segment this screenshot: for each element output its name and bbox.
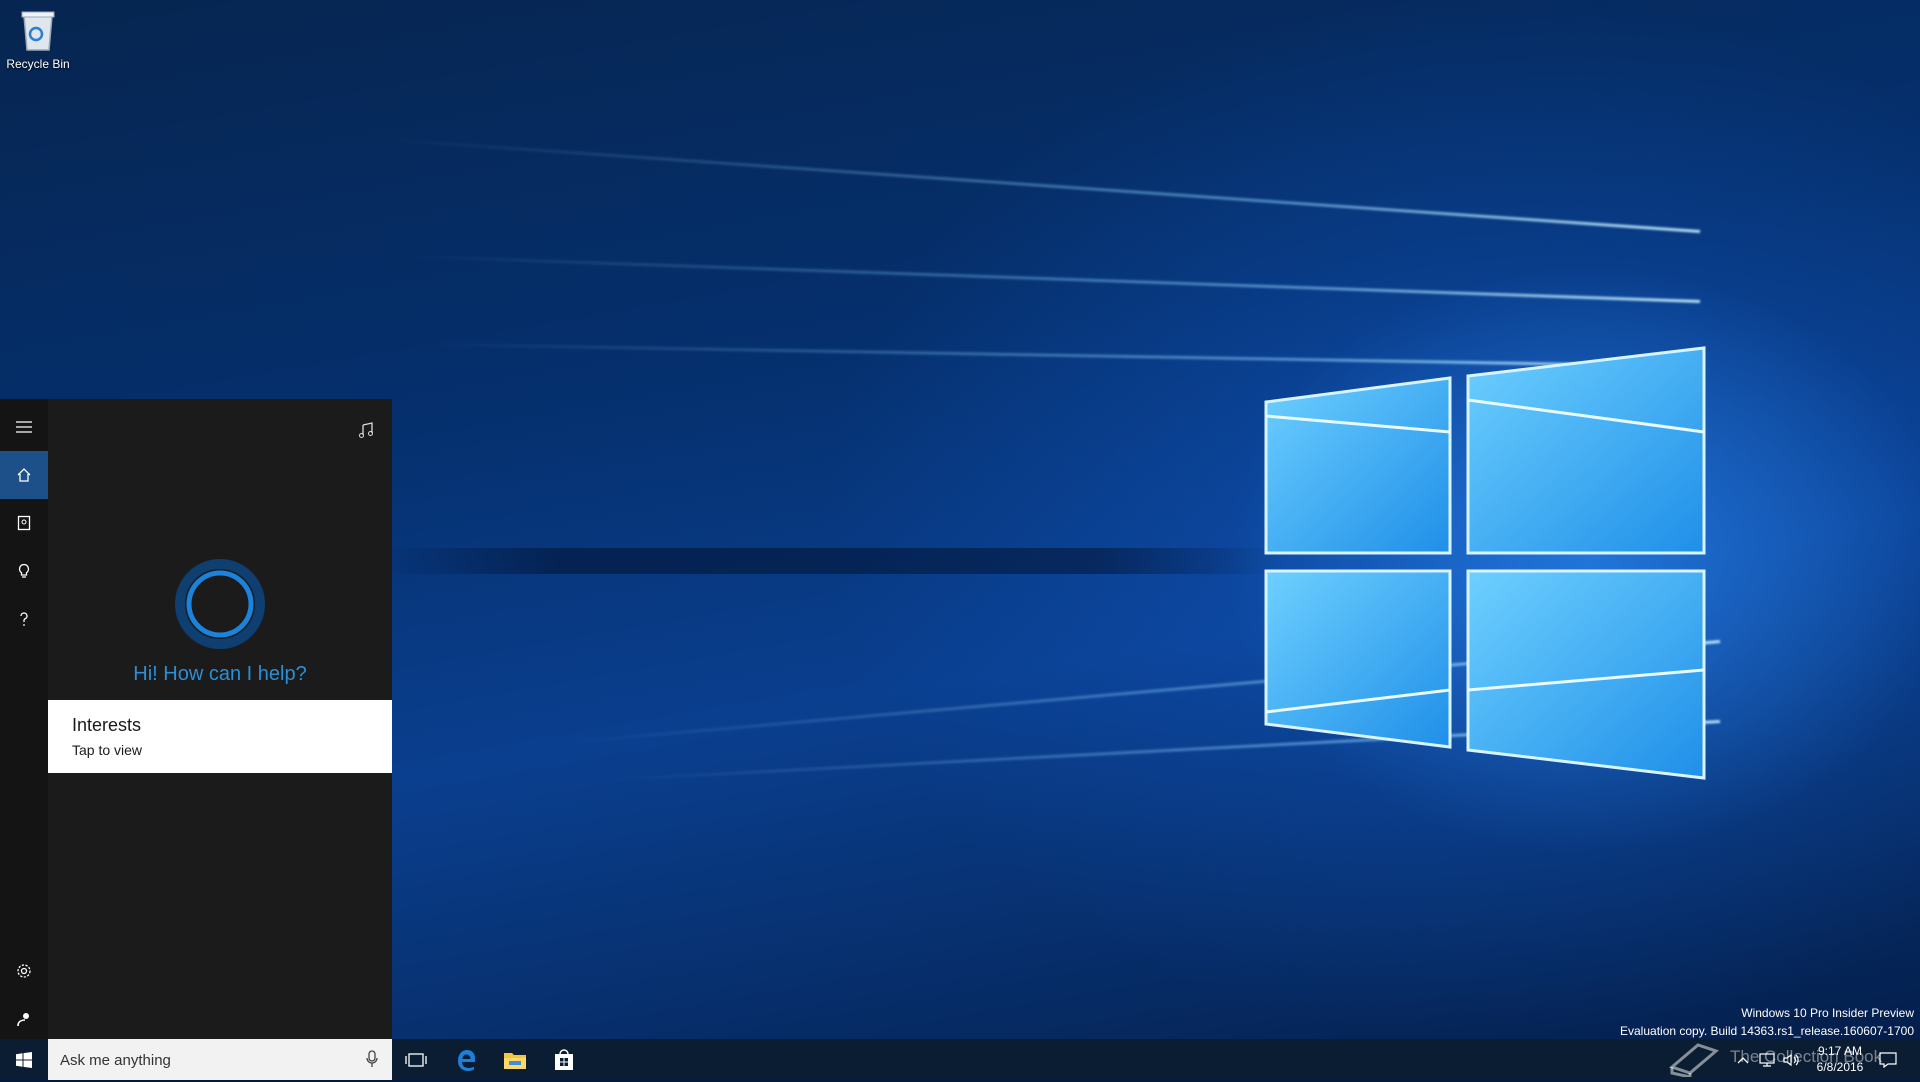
task-view-button[interactable]: [392, 1039, 440, 1080]
recycle-bin-label: Recycle Bin: [6, 57, 70, 71]
light-beam: [400, 254, 1701, 303]
interests-card-subtitle: Tap to view: [72, 742, 143, 758]
feedback-icon: [17, 1013, 29, 1027]
book-icon: [1668, 1043, 1720, 1077]
collection-book-label: The Collection Book: [1730, 1047, 1883, 1066]
lightbulb-icon: [18, 563, 30, 578]
cortana-home-button[interactable]: [0, 451, 48, 499]
cortana-nav-rail: [0, 399, 48, 1039]
light-beam: [383, 137, 1701, 233]
store-icon: [555, 1048, 573, 1070]
home-icon: [17, 468, 31, 482]
store-taskbar-button[interactable]: [540, 1039, 588, 1080]
settings-icon: [17, 964, 31, 978]
music-search-button[interactable]: [356, 419, 380, 443]
cortana-search-box[interactable]: [48, 1039, 392, 1082]
collection-book-watermark: The Collection Book: [1668, 1034, 1918, 1080]
interests-card[interactable]: Interests Tap to view: [48, 700, 392, 773]
interests-card-title: Interests: [72, 715, 142, 735]
cortana-interests-button[interactable]: [0, 547, 48, 595]
cortana-help-button[interactable]: [0, 595, 48, 643]
edge-taskbar-button[interactable]: [442, 1039, 490, 1080]
task-view-icon: [405, 1052, 427, 1067]
taskbar: 9:17 AM 6/8/2016: [0, 1039, 1920, 1082]
music-note-icon: [359, 422, 373, 438]
windows-light-logo: [1264, 346, 1706, 780]
windows-logo-icon: [16, 1051, 32, 1068]
cortana-menu-button[interactable]: [0, 403, 48, 451]
recycle-bin-shortcut[interactable]: Recycle Bin: [6, 8, 70, 71]
microphone-button[interactable]: [360, 1047, 384, 1071]
light-shadow: [380, 548, 1280, 574]
search-input[interactable]: [58, 1039, 352, 1082]
start-button[interactable]: [0, 1039, 48, 1080]
cortana-settings-button[interactable]: [0, 947, 48, 995]
cortana-ring-icon: [175, 559, 265, 649]
watermark-edition: Windows 10 Pro Insider Preview: [1741, 1006, 1914, 1020]
file-explorer-taskbar-button[interactable]: [491, 1039, 539, 1080]
cortana-notebook-button[interactable]: [0, 499, 48, 547]
file-explorer-icon: [504, 1052, 526, 1069]
recycle-bin-icon: [21, 11, 55, 51]
cortana-feedback-button[interactable]: [0, 995, 48, 1043]
menu-icon: [16, 421, 32, 433]
cortana-panel: Hi! How can I help? Interests Tap to vie…: [0, 399, 392, 1039]
cortana-greeting: Hi! How can I help?: [133, 663, 307, 685]
cortana-home: Hi! How can I help? Interests Tap to vie…: [48, 399, 392, 1039]
edge-icon: [458, 1049, 475, 1071]
notebook-icon: [17, 515, 31, 531]
microphone-icon: [366, 1050, 378, 1067]
help-icon: [20, 612, 28, 626]
